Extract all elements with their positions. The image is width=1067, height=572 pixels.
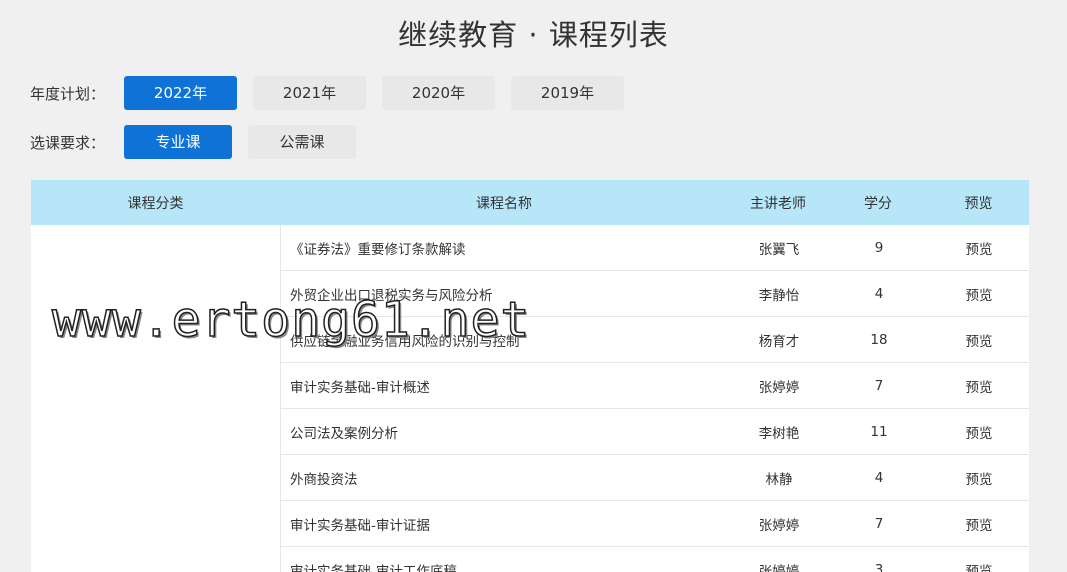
table-row: 供应链金融业务信用风险的识别与控制 杨育才 18 预览 [281, 317, 1029, 363]
course-credit: 4 [874, 469, 884, 486]
course-name: 审计实务基础-审计概述 [290, 379, 430, 396]
table-row: 外贸企业出口退税实务与风险分析 李静怡 4 预览 [281, 271, 1029, 317]
table-row: 公司法及案例分析 李树艳 11 预览 [281, 409, 1029, 455]
table-row: 《证券法》重要修订条款解读 张翼飞 9 预览 [281, 225, 1029, 271]
preview-link[interactable]: 预览 [929, 514, 1029, 534]
course-teacher: 张婷婷 [758, 517, 800, 534]
preview-link[interactable]: 预览 [929, 330, 1029, 350]
table-rows: 《证券法》重要修订条款解读 张翼飞 9 预览 外贸企业出口退税实务与风险分析 李… [281, 225, 1029, 572]
header-category: 课程分类 [127, 195, 184, 212]
year-option-2021[interactable]: 2021年 [253, 76, 366, 110]
course-credit: 4 [874, 285, 884, 302]
course-credit: 7 [874, 515, 884, 532]
course-credit: 9 [874, 239, 884, 256]
course-teacher: 李静怡 [758, 287, 800, 304]
preview-link[interactable]: 预览 [929, 376, 1029, 396]
type-filter: 选课要求： 专业课 公需课 [30, 125, 372, 159]
course-credit: 11 [870, 423, 888, 440]
type-option-professional[interactable]: 专业课 [124, 125, 232, 159]
category-cell [31, 225, 281, 572]
course-name: 外贸企业出口退税实务与风险分析 [290, 287, 493, 304]
year-filter-label: 年度计划： [30, 84, 106, 103]
header-preview: 预览 [964, 195, 993, 212]
course-name: 供应链金融业务信用风险的识别与控制 [290, 333, 520, 350]
preview-link[interactable]: 预览 [929, 560, 1029, 572]
table-row: 审计实务基础-审计工作底稿 张婷婷 3 预览 [281, 547, 1029, 572]
course-credit: 18 [870, 331, 888, 348]
course-teacher: 林静 [765, 471, 793, 488]
table-row: 外商投资法 林静 4 预览 [281, 455, 1029, 501]
type-option-public[interactable]: 公需课 [248, 125, 356, 159]
course-teacher: 杨育才 [758, 333, 800, 350]
course-list-page: 继续教育 · 课程列表 年度计划： 2022年 2021年 2020年 2019… [0, 0, 1067, 572]
table-body: 《证券法》重要修订条款解读 张翼飞 9 预览 外贸企业出口退税实务与风险分析 李… [31, 225, 1029, 572]
course-name: 外商投资法 [290, 471, 358, 488]
course-name: 《证券法》重要修订条款解读 [290, 241, 466, 258]
page-title: 继续教育 · 课程列表 [398, 18, 669, 52]
header-credit: 学分 [864, 195, 892, 212]
course-teacher: 张婷婷 [758, 379, 800, 396]
year-option-2020[interactable]: 2020年 [382, 76, 495, 110]
type-filter-label: 选课要求： [30, 133, 106, 152]
preview-link[interactable]: 预览 [929, 468, 1029, 488]
preview-link[interactable]: 预览 [929, 284, 1029, 304]
course-name: 审计实务基础-审计证据 [290, 517, 430, 534]
preview-link[interactable]: 预览 [929, 422, 1029, 442]
header-teacher: 主讲老师 [750, 195, 806, 212]
header-name: 课程名称 [476, 195, 532, 212]
year-filter: 年度计划： 2022年 2021年 2020年 2019年 [30, 76, 640, 110]
course-teacher: 张翼飞 [758, 241, 800, 258]
year-option-2019[interactable]: 2019年 [511, 76, 624, 110]
table-row: 审计实务基础-审计证据 张婷婷 7 预览 [281, 501, 1029, 547]
course-name: 公司法及案例分析 [290, 425, 398, 442]
course-credit: 3 [874, 561, 884, 572]
course-teacher: 张婷婷 [758, 563, 800, 572]
course-teacher: 李树艳 [758, 425, 800, 442]
course-table: 课程分类 课程名称 主讲老师 学分 预览 《证券法》重要修订条款解读 张翼飞 9… [31, 180, 1029, 572]
table-row: 审计实务基础-审计概述 张婷婷 7 预览 [281, 363, 1029, 409]
year-option-2022[interactable]: 2022年 [124, 76, 237, 110]
course-credit: 7 [874, 377, 884, 394]
course-name: 审计实务基础-审计工作底稿 [290, 563, 457, 572]
table-header: 课程分类 课程名称 主讲老师 学分 预览 [31, 180, 1029, 225]
preview-link[interactable]: 预览 [929, 238, 1029, 258]
